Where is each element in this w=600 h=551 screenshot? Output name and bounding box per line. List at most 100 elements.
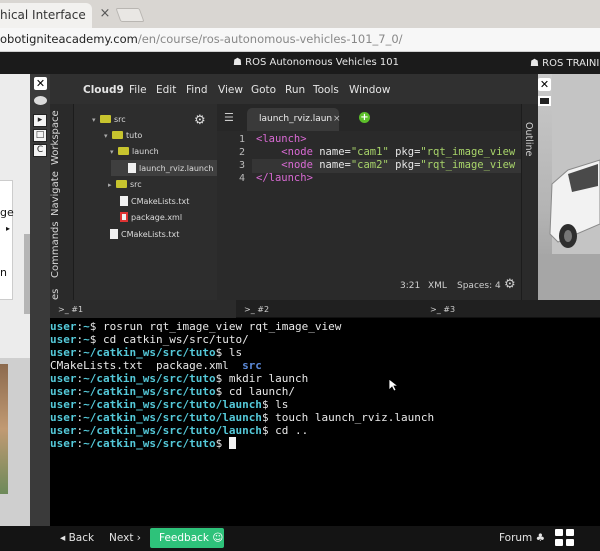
terminal-line: user:~/catkin_ws/src/tuto/launch$ ls bbox=[50, 398, 289, 411]
car-render bbox=[538, 74, 600, 300]
eye-icon[interactable] bbox=[34, 96, 47, 105]
add-tab-icon[interactable]: + bbox=[359, 112, 370, 123]
tree-item-src[interactable]: ▾ src bbox=[92, 115, 126, 124]
tab-outline[interactable]: Outline bbox=[523, 122, 534, 156]
gear-icon[interactable]: ⚙ bbox=[504, 277, 516, 292]
terminal[interactable]: user:~$ rosrun rqt_image_view rqt_image_… bbox=[50, 318, 600, 526]
code-line: </launch> bbox=[256, 172, 313, 184]
close-icon[interactable]: × bbox=[98, 7, 112, 21]
tree-label: package.xml bbox=[131, 213, 183, 222]
tree-item-package-xml[interactable]: package.xml bbox=[120, 212, 182, 222]
terminal-line: user:~/catkin_ws/src/tuto$ ls bbox=[50, 346, 243, 359]
terminal-line: user:~$ rosrun rqt_image_view rqt_image_… bbox=[50, 320, 342, 333]
url-host: obotigniteacademy.com bbox=[0, 32, 138, 46]
notebook-card bbox=[0, 180, 13, 300]
code-line: <node name="cam2" pkg="rqt_image_view bbox=[281, 159, 516, 171]
terminal-tab-3[interactable]: >_ #3 bbox=[422, 300, 600, 318]
cursor-position: 3:21 bbox=[400, 281, 421, 291]
terminal-tab-bar: >_ #1 >_ #2 >_ #3 bbox=[50, 300, 600, 318]
close-panel-icon[interactable]: ✕ bbox=[34, 77, 47, 90]
tab-commands[interactable]: Commands bbox=[50, 221, 74, 278]
back-button[interactable]: ◂ Back bbox=[60, 532, 94, 544]
terminal-line: user:~/catkin_ws/src/tuto$ mkdir launch bbox=[50, 372, 309, 385]
folder-icon bbox=[118, 147, 129, 155]
tree-label: CMakeLists.txt bbox=[121, 230, 180, 239]
tree-item-tuto[interactable]: ▾ tuto bbox=[104, 131, 142, 140]
simulation-viewer[interactable]: ✕ bbox=[538, 74, 600, 300]
code-line: <node name="cam1" pkg="rqt_image_view bbox=[281, 146, 516, 158]
terminal-line: user:~/catkin_ws/src/tuto/launch$ cd .. bbox=[50, 424, 309, 437]
play-icon[interactable]: ▸ bbox=[33, 114, 47, 127]
file-icon bbox=[128, 163, 136, 173]
menu-cloud9[interactable]: Cloud9 bbox=[83, 84, 124, 96]
indent-setting[interactable]: Spaces: 4 bbox=[457, 281, 501, 291]
course-header: ☗ ROS Autonomous Vehicles 101 ☗ ROS TRAI… bbox=[0, 52, 600, 74]
notebook-text-2: n bbox=[0, 266, 7, 279]
tree-settings-icon[interactable]: ⚙ bbox=[194, 113, 206, 128]
editor-tab-bar: ☰ launch_rviz.laun × + bbox=[217, 104, 521, 131]
code-editor[interactable]: 1 2 3 4 <launch> <node name="cam1" pkg="… bbox=[217, 131, 521, 300]
menu-tools[interactable]: Tools bbox=[313, 84, 339, 96]
tree-item-launch[interactable]: ▾ launch bbox=[110, 147, 159, 156]
course-title-right: ☗ ROS TRAININ bbox=[530, 58, 600, 69]
stop-icon[interactable]: □ bbox=[33, 129, 47, 142]
terminal-tab-2[interactable]: >_ #2 bbox=[236, 300, 422, 318]
tree-label: CMakeLists.txt bbox=[131, 197, 190, 206]
menu-view[interactable]: View bbox=[218, 84, 243, 96]
menu-file[interactable]: File bbox=[129, 84, 147, 96]
tree-label: launch_rviz.launch bbox=[139, 164, 214, 173]
tab-partial[interactable]: es bbox=[50, 288, 74, 300]
feedback-button[interactable]: Feedback ☺ bbox=[150, 528, 224, 548]
line-number: 3 bbox=[238, 160, 245, 171]
terminal-line: user:~/catkin_ws/src/tuto$ cd launch/ bbox=[50, 385, 296, 398]
editor-status-bar: 3:21 XML Spaces: 4 ⚙ bbox=[217, 272, 521, 300]
syntax-mode[interactable]: XML bbox=[428, 281, 447, 291]
grid-icon[interactable] bbox=[555, 529, 575, 547]
code-line: <launch> bbox=[256, 133, 307, 145]
chevron-right-icon[interactable]: ▸ bbox=[108, 181, 116, 189]
course-title: ☗ ROS Autonomous Vehicles 101 bbox=[233, 57, 399, 68]
ide-menu-bar: Cloud9 File Edit Find View Goto Run Tool… bbox=[50, 74, 538, 104]
tree-item-cmakelists-root[interactable]: CMakeLists.txt bbox=[110, 229, 179, 239]
line-number: 2 bbox=[238, 147, 245, 158]
notebook-text: ge bbox=[0, 206, 14, 219]
next-button[interactable]: Next › bbox=[109, 532, 141, 544]
terminal-tab-1[interactable]: >_ #1 bbox=[50, 300, 236, 318]
file-icon bbox=[120, 196, 128, 206]
close-icon[interactable]: × bbox=[333, 114, 341, 124]
terminal-line: user:~/catkin_ws/src/tuto$ bbox=[50, 437, 236, 450]
forum-button[interactable]: Forum ♣ bbox=[499, 532, 545, 544]
tree-item-src-sub[interactable]: ▸ src bbox=[108, 180, 142, 189]
line-number: 4 bbox=[238, 173, 245, 184]
chevron-down-icon[interactable]: ▾ bbox=[104, 132, 112, 140]
terminal-line: user:~/catkin_ws/src/tuto/launch$ touch … bbox=[50, 411, 435, 424]
chevron-down-icon[interactable]: ▾ bbox=[92, 116, 100, 124]
new-tab-button[interactable] bbox=[115, 8, 145, 22]
panel-controls: ✕ ▸ □ C bbox=[30, 74, 50, 526]
menu-run[interactable]: Run bbox=[285, 84, 305, 96]
editor-tab[interactable]: launch_rviz.laun bbox=[247, 108, 339, 131]
menu-icon[interactable]: ☰ bbox=[224, 111, 234, 124]
address-bar[interactable]: obotigniteacademy.com/en/course/ros-auto… bbox=[0, 28, 600, 52]
menu-edit[interactable]: Edit bbox=[156, 84, 176, 96]
xml-file-icon bbox=[120, 212, 128, 222]
terminal-cursor bbox=[228, 437, 236, 449]
chevron-down-icon[interactable]: ▾ bbox=[110, 148, 118, 156]
bottom-nav: ◂ Back Next › Feedback ☺ Forum ♣ bbox=[0, 526, 600, 551]
reload-icon[interactable]: C bbox=[33, 144, 47, 157]
mouse-pointer-icon bbox=[388, 378, 398, 392]
tab-navigate[interactable]: Navigate bbox=[50, 171, 74, 216]
tree-item-launch-file[interactable]: launch_rviz.launch bbox=[128, 163, 213, 173]
tree-item-cmakelists[interactable]: CMakeLists.txt bbox=[120, 196, 189, 206]
terminal-line: user:~$ cd catkin_ws/src/tuto/ bbox=[50, 333, 249, 346]
folder-icon bbox=[112, 131, 123, 139]
folder-icon bbox=[116, 180, 127, 188]
browser-tab[interactable]: hical Interface bbox=[0, 3, 92, 28]
tree-label: launch bbox=[132, 147, 159, 156]
menu-find[interactable]: Find bbox=[186, 84, 208, 96]
menu-window[interactable]: Window bbox=[349, 84, 390, 96]
menu-goto[interactable]: Goto bbox=[251, 84, 276, 96]
chevron-right-icon: ▸ bbox=[6, 224, 11, 233]
tree-label: src bbox=[114, 115, 126, 124]
tab-workspace[interactable]: Workspace bbox=[50, 110, 74, 166]
